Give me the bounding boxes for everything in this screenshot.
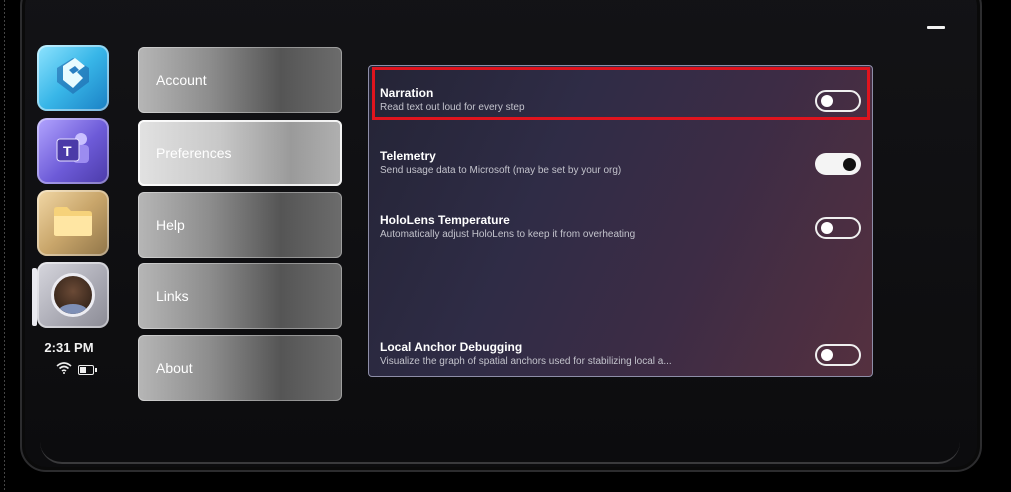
screen: T 2:31 PM Account Preferences Help Links… [0,0,1011,492]
setting-telemetry: Telemetry Send usage data to Microsoft (… [369,138,872,188]
nav-item-about[interactable]: About [138,335,342,401]
wifi-icon [56,361,72,379]
clock: 2:31 PM [44,340,94,355]
folder-icon [51,204,95,243]
app-store-tile[interactable] [37,45,109,111]
setting-description: Automatically adjust HoloLens to keep it… [380,229,636,240]
telemetry-toggle[interactable] [815,153,861,175]
toggle-knob [843,158,856,171]
nav-item-preferences[interactable]: Preferences [138,120,342,186]
nav-item-help[interactable]: Help [138,192,342,258]
status-icons [56,361,97,379]
store-icon [53,54,93,103]
hololens-temperature-toggle[interactable] [815,217,861,239]
edge-dots [4,0,5,492]
local-anchor-debugging-toggle[interactable] [815,344,861,366]
highlight-box [372,67,870,120]
toggle-knob [821,222,833,234]
nav-item-account[interactable]: Account [138,47,342,113]
nav-item-label: Help [156,217,185,233]
svg-text:T: T [63,143,72,159]
setting-local-anchor-debugging: Local Anchor Debugging Visualize the gra… [369,329,872,379]
battery-icon [78,365,97,375]
toggle-knob [821,349,833,361]
app-files-tile[interactable] [37,190,109,256]
minimize-icon[interactable] [927,26,945,29]
setting-description: Send usage data to Microsoft (may be set… [380,165,622,176]
nav-item-label: Account [156,72,207,88]
setting-description: Visualize the graph of spatial anchors u… [380,356,672,367]
nav-item-links[interactable]: Links [138,263,342,329]
nav-item-label: Preferences [156,145,232,161]
nav-item-label: Links [156,288,189,304]
setting-title: Local Anchor Debugging [380,340,523,354]
nav-item-label: About [156,360,193,376]
teams-icon: T [51,129,95,174]
setting-title: HoloLens Temperature [380,213,510,227]
app-teams-tile[interactable]: T [37,118,109,184]
avatar [51,273,95,317]
window-bottom-edge [40,440,960,464]
setting-hololens-temperature: HoloLens Temperature Automatically adjus… [369,202,872,252]
app-profile-tile[interactable] [37,262,109,328]
setting-title: Telemetry [380,149,436,163]
